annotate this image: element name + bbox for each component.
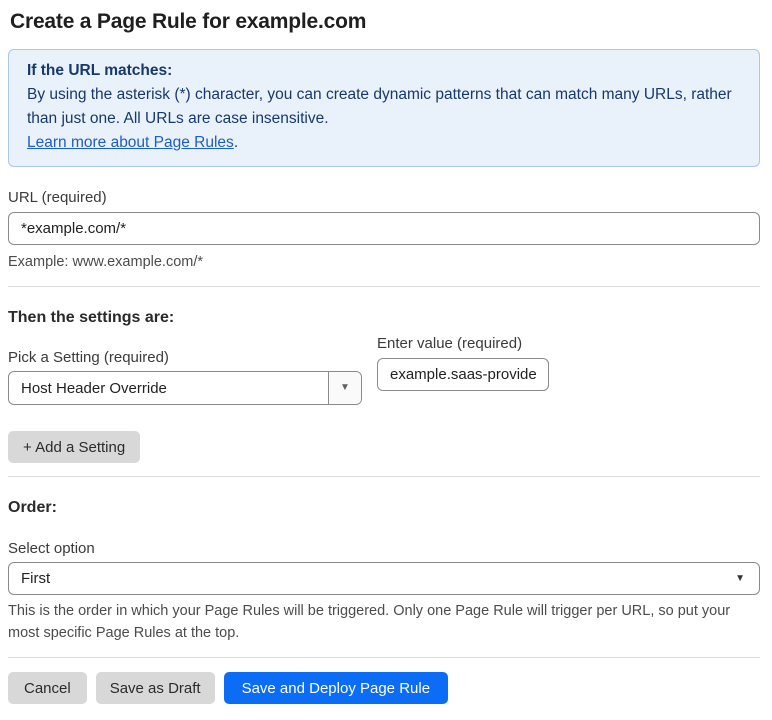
order-select-label: Select option: [8, 540, 95, 558]
page-title: Create a Page Rule for example.com: [10, 10, 367, 33]
info-box-body: By using the asterisk (*) character, you…: [27, 86, 732, 128]
pick-setting-dropdown-button[interactable]: ▼: [328, 372, 361, 405]
create-page-rule-form: Create a Page Rule for example.com If th…: [0, 9, 772, 705]
info-box-heading: If the URL matches:: [27, 62, 173, 80]
url-matches-info-box: If the URL matches: By using the asteris…: [8, 49, 760, 168]
pick-setting-selected-value: Host Header Override: [21, 379, 167, 397]
cancel-button[interactable]: Cancel: [8, 672, 87, 705]
pick-setting-select[interactable]: Host Header Override ▼: [8, 371, 362, 406]
caret-down-icon: ▼: [735, 572, 745, 584]
order-helper-text: This is the order in which your Page Rul…: [8, 603, 731, 642]
pick-setting-label: Pick a Setting (required): [8, 349, 169, 367]
order-selected-value: First: [21, 570, 51, 588]
enter-value-label: Enter value (required): [377, 335, 523, 353]
learn-more-page-rules-link[interactable]: Learn more about Page Rules: [27, 134, 234, 151]
settings-row: Pick a Setting (required) Host Header Ov…: [8, 327, 760, 406]
url-input[interactable]: [8, 212, 760, 246]
order-select[interactable]: First ▼: [8, 562, 760, 596]
caret-down-icon: ▼: [340, 382, 350, 394]
url-label: URL (required): [8, 189, 107, 207]
order-section-heading: Order:: [8, 499, 57, 517]
enter-value-column: Enter value (required): [377, 335, 549, 405]
divider: [8, 476, 760, 478]
settings-section-heading: Then the settings are:: [8, 309, 175, 327]
url-example-helper: Example: www.example.com/*: [8, 254, 204, 271]
info-box-link-line: Learn more about Page Rules.: [27, 131, 741, 155]
save-and-deploy-button[interactable]: Save and Deploy Page Rule: [223, 672, 449, 705]
pick-setting-column: Pick a Setting (required) Host Header Ov…: [8, 327, 362, 406]
divider: [8, 657, 760, 659]
link-period: .: [233, 134, 239, 152]
divider: [8, 286, 760, 288]
save-as-draft-button[interactable]: Save as Draft: [95, 672, 215, 705]
setting-value-input[interactable]: [377, 358, 549, 392]
add-setting-button[interactable]: + Add a Setting: [8, 431, 141, 464]
form-actions: Cancel Save as Draft Save and Deploy Pag…: [8, 672, 760, 705]
